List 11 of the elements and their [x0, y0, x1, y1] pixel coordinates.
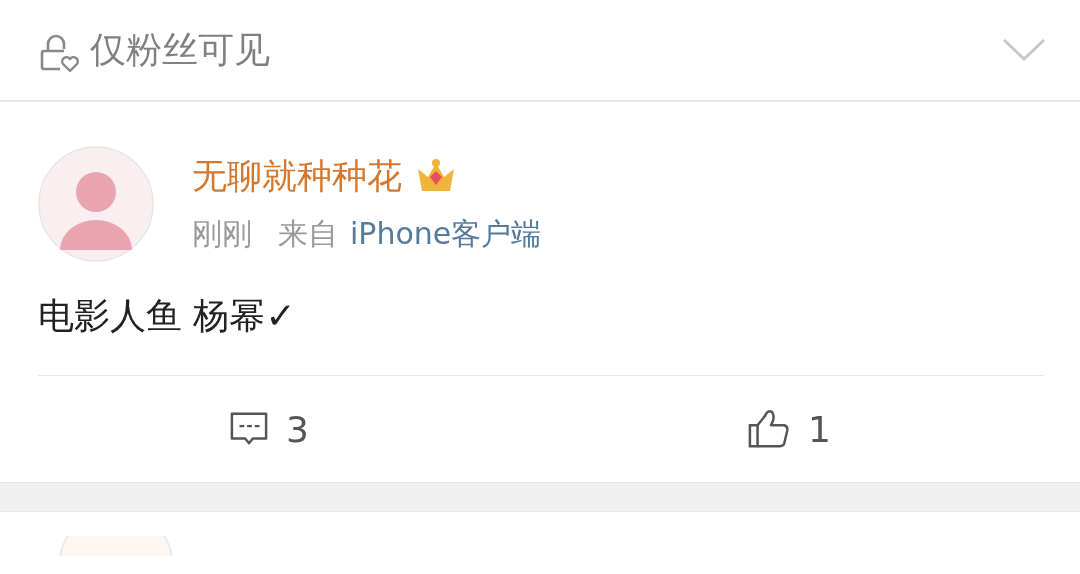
- avatar[interactable]: [58, 536, 174, 556]
- source-link[interactable]: iPhone客户端: [350, 214, 542, 255]
- avatar[interactable]: [38, 146, 154, 262]
- post-text: 电影人鱼 杨幂✓: [38, 292, 1044, 376]
- source-label: 来自: [278, 215, 338, 253]
- thumbs-up-icon: [746, 408, 792, 450]
- visibility-label: 仅粉丝可见: [90, 27, 271, 72]
- like-button[interactable]: 1: [526, 376, 1044, 482]
- chevron-down-icon[interactable]: [1002, 38, 1046, 62]
- post-time: 刚刚: [192, 215, 252, 253]
- comment-button[interactable]: 3: [38, 376, 526, 482]
